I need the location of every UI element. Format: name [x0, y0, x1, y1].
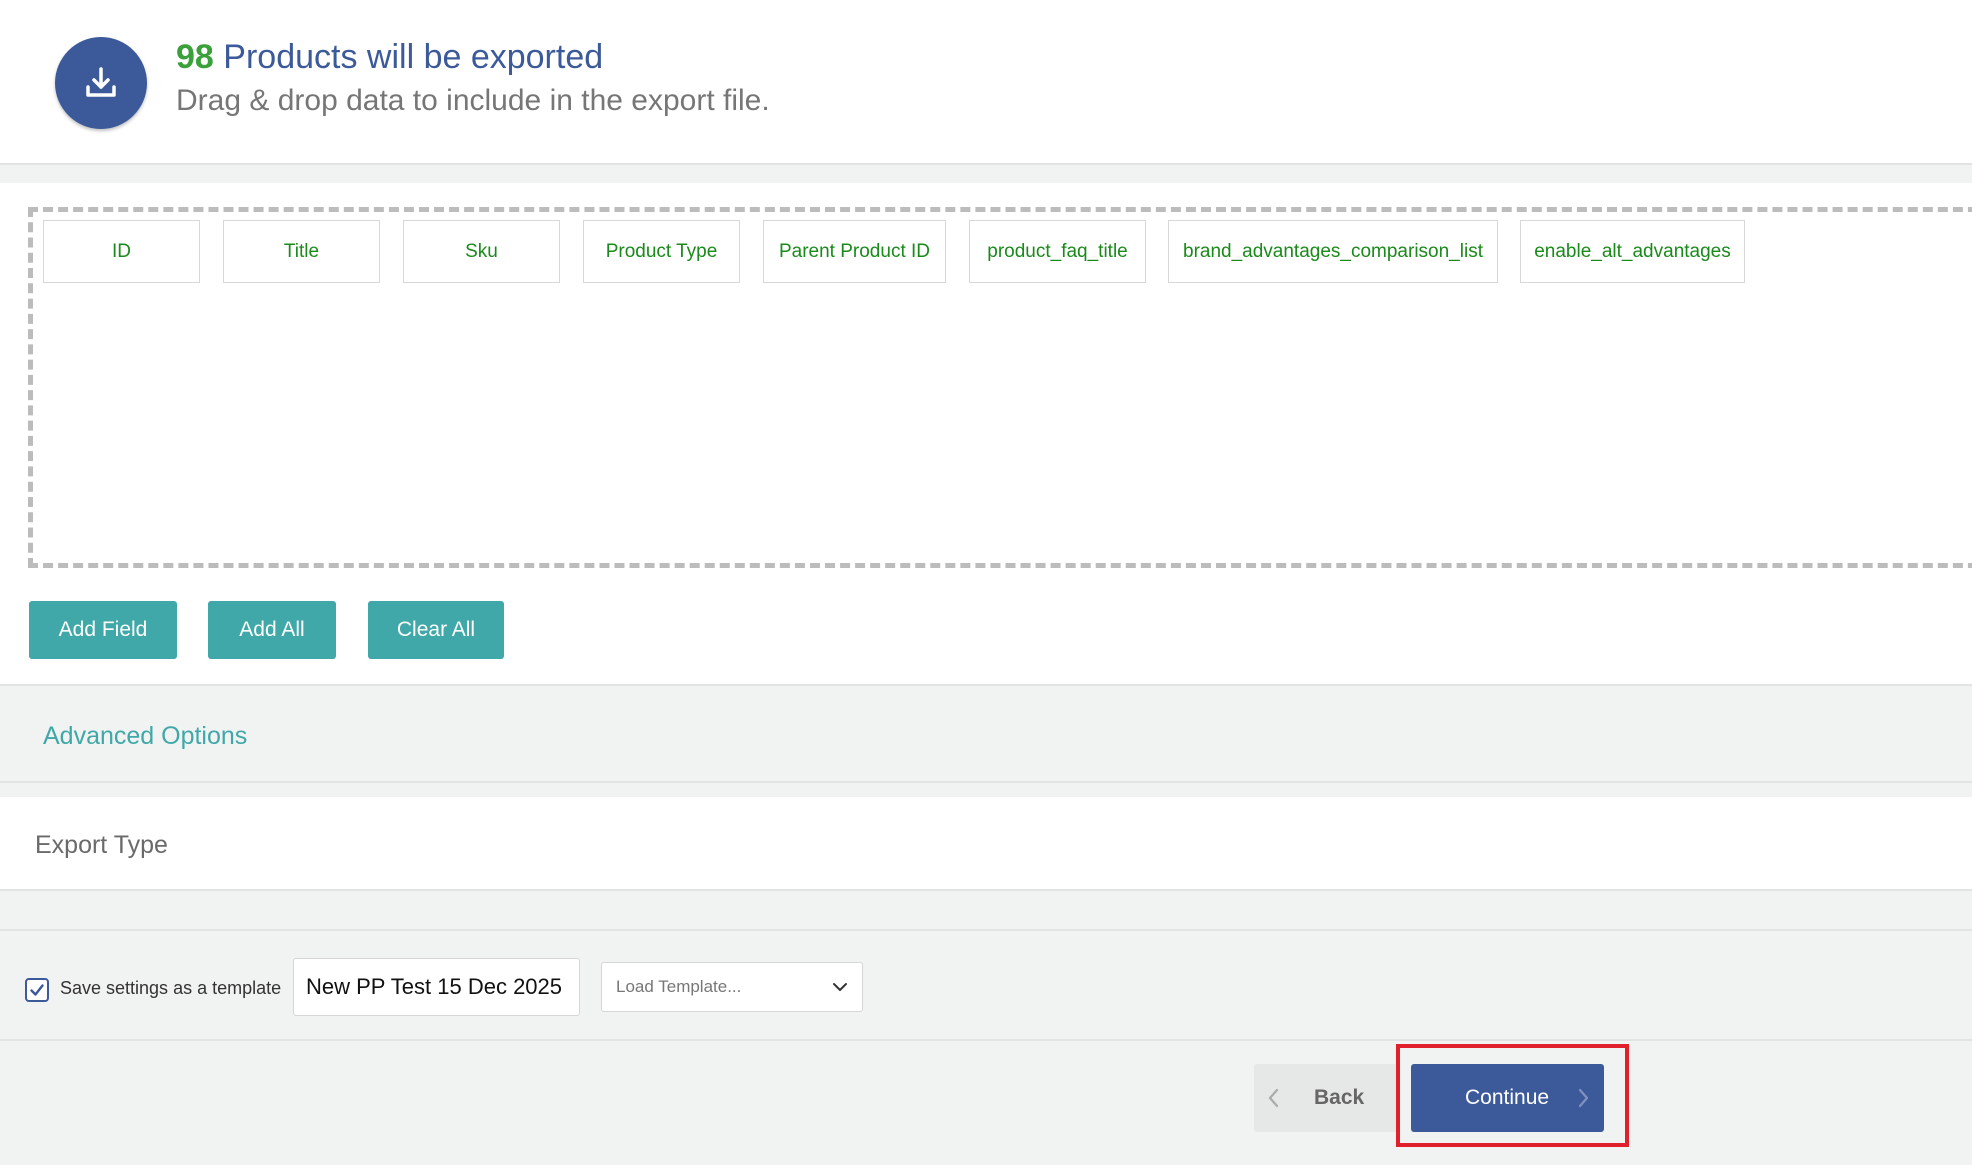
page-title-text: Products will be exported	[223, 38, 604, 76]
field-chip-brand-advantages-comparison-list[interactable]: brand_advantages_comparison_list	[1168, 220, 1498, 283]
export-type-heading[interactable]: Export Type	[35, 831, 168, 860]
add-field-button[interactable]: Add Field	[29, 601, 177, 659]
advanced-options-section[interactable]: Advanced Options	[0, 688, 1972, 783]
template-name-input[interactable]: New PP Test 15 Dec 2025	[293, 958, 580, 1016]
clear-all-button[interactable]: Clear All	[368, 601, 504, 659]
save-template-label[interactable]: Save settings as a template	[60, 978, 281, 999]
field-chip-enable-alt-advantages[interactable]: enable_alt_advantages	[1520, 220, 1745, 283]
export-type-section[interactable]: Export Type	[0, 797, 1972, 891]
field-chip-product-faq-title[interactable]: product_faq_title	[969, 220, 1146, 283]
page-title: 98 Products will be exported	[176, 38, 603, 77]
field-chip-id[interactable]: ID	[43, 220, 200, 283]
field-chip-title[interactable]: Title	[223, 220, 380, 283]
download-icon	[55, 37, 147, 129]
chevron-left-icon	[1268, 1088, 1279, 1108]
chevron-right-icon	[1578, 1088, 1589, 1108]
advanced-options-toggle[interactable]: Advanced Options	[43, 722, 247, 751]
field-chip-sku[interactable]: Sku	[403, 220, 560, 283]
field-chip-product-type[interactable]: Product Type	[583, 220, 740, 283]
load-template-placeholder: Load Template...	[616, 977, 742, 996]
export-wizard-page: 98 Products will be exported Drag & drop…	[0, 0, 1972, 1165]
add-all-button[interactable]: Add All	[208, 601, 336, 659]
fields-panel: ID Title Sku Product Type Parent Product…	[0, 183, 1972, 686]
page-subtitle: Drag & drop data to include in the expor…	[176, 84, 770, 117]
continue-button[interactable]: Continue	[1411, 1064, 1604, 1132]
template-bar: Save settings as a template New PP Test …	[0, 929, 1972, 1041]
load-template-select[interactable]: Load Template...	[601, 962, 863, 1012]
back-button[interactable]: Back	[1254, 1064, 1397, 1132]
product-count: 98	[176, 38, 214, 76]
continue-button-label: Continue	[1465, 1086, 1550, 1109]
export-header: 98 Products will be exported Drag & drop…	[0, 0, 1972, 165]
chevron-down-icon	[833, 983, 847, 991]
save-template-checkbox[interactable]	[25, 978, 49, 1002]
back-button-label: Back	[1314, 1086, 1365, 1109]
field-chip-parent-product-id[interactable]: Parent Product ID	[763, 220, 946, 283]
checkmark-icon	[30, 984, 44, 996]
